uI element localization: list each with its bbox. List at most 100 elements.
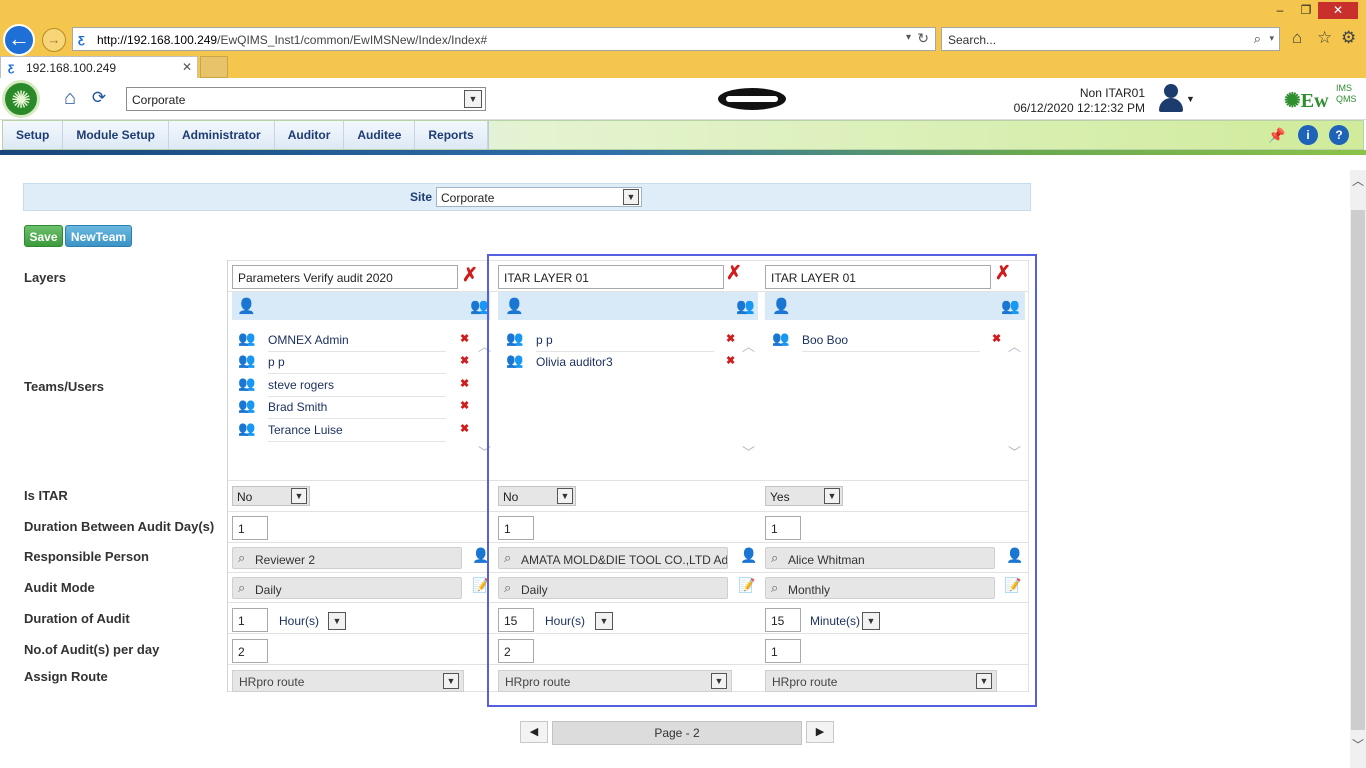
pin-icon[interactable]: 📌 — [1267, 125, 1287, 145]
back-button[interactable]: ← — [3, 24, 35, 56]
row-label-responsible: Responsible Person — [24, 549, 149, 564]
remove-user-icon[interactable]: ✖ — [460, 354, 469, 367]
remove-user-icon[interactable]: ✖ — [460, 422, 469, 435]
address-bar-row: ← → ƹ http://192.168.100.249/EwQIMS_Inst… — [0, 22, 1366, 56]
tab-close-icon[interactable]: ✕ — [182, 60, 192, 74]
scroll-thumb[interactable] — [1351, 210, 1365, 730]
current-datetime: 06/12/2020 12:12:32 PM — [1013, 101, 1145, 115]
address-dropdown-icon[interactable]: ▾ — [906, 32, 911, 43]
main-content: Site Corporate ▼ Save NewTeam Layers Tea… — [0, 155, 1350, 768]
brand-logo: ✺Ew IMS QMS — [1284, 83, 1357, 112]
row-label-layers: Layers — [24, 270, 66, 285]
save-button[interactable]: Save — [24, 225, 63, 247]
scroll-down-icon[interactable]: ﹀ — [1350, 736, 1366, 752]
site-select[interactable]: Corporate ▼ — [436, 187, 642, 207]
app-menu-logo-icon[interactable] — [2, 80, 40, 118]
team-list-item: 👥 Terance Luise ✖ — [238, 420, 478, 442]
search-icon: ⌕ — [238, 550, 246, 565]
layer-name-input[interactable]: Parameters Verify audit 2020 — [232, 265, 458, 289]
duration-unit-dropdown[interactable]: ▼ — [328, 612, 346, 630]
team-list-item: 👥 OMNEX Admin ✖ — [238, 330, 478, 352]
team-list-item: 👥 p p ✖ — [238, 352, 478, 374]
app-header: ⌂ ⟳ Corporate ▼ Non ITAR01 06/12/2020 12… — [0, 78, 1366, 120]
home-icon[interactable]: ⌂ — [58, 85, 82, 111]
row-label-route: Assign Route — [24, 669, 108, 684]
help-icon[interactable]: ? — [1329, 125, 1349, 145]
search-icon: ⌕ — [238, 580, 246, 595]
user-avatar-icon[interactable] — [1156, 82, 1186, 114]
row-label-audit-mode: Audit Mode — [24, 580, 95, 595]
chevron-down-icon: ▼ — [443, 673, 459, 689]
url-text: http://192.168.100.249/EwQIMS_Inst1/comm… — [97, 33, 488, 47]
remove-user-icon[interactable]: ✖ — [460, 377, 469, 390]
itar-select[interactable]: No ▼ — [232, 486, 310, 506]
chevron-down-icon: ▼ — [623, 189, 639, 205]
close-window-button[interactable]: ✕ — [1318, 2, 1358, 19]
menu-module-setup[interactable]: Module Setup — [63, 121, 170, 149]
team-list-item: 👥 steve rogers ✖ — [238, 375, 478, 397]
forward-button[interactable]: → — [42, 28, 66, 52]
add-team-icon[interactable]: 👥 — [470, 297, 489, 315]
user-icon: 👥 — [238, 352, 256, 368]
pager: ◀ Page - 2 ▶ — [520, 721, 836, 745]
user-icon: 👥 — [238, 397, 256, 413]
tab-strip: ƹ 192.168.100.249 ✕ — [0, 56, 1366, 78]
route-select[interactable]: HRpro route ▼ — [232, 670, 464, 692]
audits-per-day-input[interactable]: 2 — [232, 639, 268, 663]
site-favicon-icon: ƹ — [78, 31, 85, 46]
user-icon: 👥 — [238, 420, 256, 436]
site-filter-bar: Site Corporate ▼ — [23, 183, 1031, 211]
client-logo — [718, 88, 786, 110]
search-dropdown-icon[interactable]: ▾ — [1269, 33, 1274, 44]
new-tab-button[interactable] — [200, 56, 228, 78]
user-icon: 👥 — [238, 375, 256, 391]
new-team-button[interactable]: NewTeam — [65, 225, 132, 247]
page-scrollbar[interactable]: ︿ ﹀ — [1350, 170, 1366, 768]
home-icon[interactable]: ⌂ — [1292, 28, 1302, 48]
menu-setup[interactable]: Setup — [3, 121, 64, 149]
refresh-icon[interactable]: ⟳ — [87, 85, 111, 111]
duration-between-input[interactable]: 1 — [232, 516, 268, 540]
user-icon: 👥 — [238, 330, 256, 346]
page-indicator: Page - 2 — [552, 721, 802, 745]
chevron-down-icon: ▼ — [464, 90, 482, 108]
restore-button[interactable]: ❐ — [1292, 2, 1320, 19]
favorites-star-icon[interactable]: ☆ — [1317, 28, 1332, 48]
user-name: Non ITAR01 — [1079, 86, 1145, 100]
next-page-button[interactable]: ▶ — [806, 721, 834, 743]
row-label-duration: Duration of Audit — [24, 611, 130, 626]
prev-page-button[interactable]: ◀ — [520, 721, 548, 743]
minimize-button[interactable]: ‒ — [1266, 2, 1294, 19]
highlight-outline — [487, 254, 1037, 707]
responsible-person-lookup[interactable]: ⌕ Reviewer 2 — [232, 547, 462, 569]
address-bar[interactable]: ƹ http://192.168.100.249/EwQIMS_Inst1/co… — [72, 27, 936, 51]
audit-mode-lookup[interactable]: ⌕ Daily — [232, 577, 462, 599]
row-label-audits-per-day: No.of Audit(s) per day — [24, 642, 160, 657]
remove-user-icon[interactable]: ✖ — [460, 332, 469, 345]
settings-gear-icon[interactable]: ⚙ — [1341, 28, 1356, 48]
row-label-itar: Is ITAR — [24, 488, 68, 503]
user-menu-caret-icon[interactable]: ▼ — [1186, 94, 1195, 104]
team-list-item: 👥 Brad Smith ✖ — [238, 397, 478, 419]
refresh-icon[interactable]: ↻ — [917, 30, 929, 47]
chevron-down-icon: ▼ — [291, 488, 307, 504]
browser-tab[interactable]: ƹ 192.168.100.249 ✕ — [0, 56, 198, 78]
tab-favicon-icon: ƹ — [8, 60, 15, 74]
menu-auditor[interactable]: Auditor — [275, 121, 345, 149]
team-toolbar: 👤 👥 — [232, 292, 490, 320]
search-icon[interactable]: ⌕ — [1254, 31, 1261, 47]
row-label-teams: Teams/Users — [24, 379, 104, 394]
site-label: Site — [410, 190, 433, 204]
duration-input[interactable]: 1 — [232, 608, 268, 632]
site-dropdown[interactable]: Corporate ▼ — [126, 87, 486, 111]
menu-reports[interactable]: Reports — [415, 121, 488, 149]
add-user-icon[interactable]: 👤 — [237, 297, 256, 315]
remove-user-icon[interactable]: ✖ — [460, 399, 469, 412]
delete-layer-icon[interactable]: ✗ — [462, 266, 478, 285]
row-label-duration-between: Duration Between Audit Day(s) — [24, 519, 215, 534]
info-icon[interactable]: i — [1298, 125, 1318, 145]
scroll-up-icon[interactable]: ︿ — [1350, 172, 1366, 188]
browser-search-input[interactable]: Search... ⌕ ▾ — [941, 27, 1280, 51]
menu-auditee[interactable]: Auditee — [344, 121, 416, 149]
menu-administrator[interactable]: Administrator — [169, 121, 275, 149]
